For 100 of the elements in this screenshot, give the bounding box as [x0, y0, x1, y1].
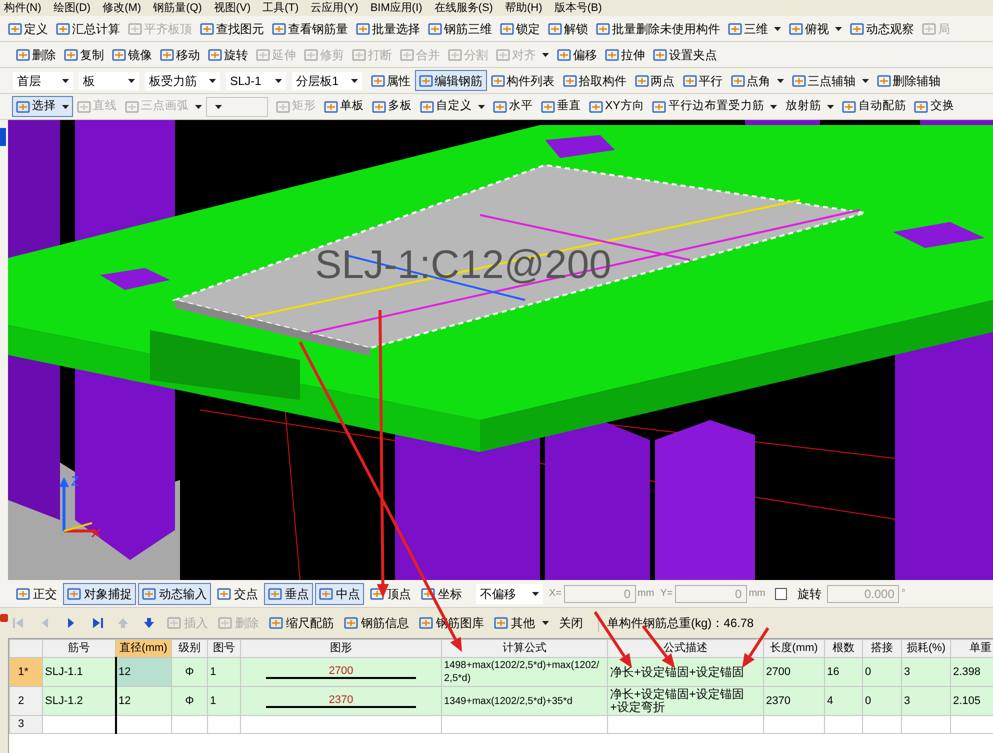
toolbar-button[interactable]: 镜像 — [108, 44, 156, 65]
table-cell: 12 — [118, 695, 131, 707]
toolbar-button[interactable]: 多板 — [368, 96, 416, 117]
dropdown-field[interactable]: 首层 — [12, 70, 74, 90]
dropdown-field[interactable]: 不偏移 — [476, 584, 543, 604]
toolbar-button[interactable]: 设置夹点 — [649, 44, 721, 65]
toolbar-button[interactable]: 复制 — [60, 44, 108, 65]
snap-toggle[interactable]: 动态输入 — [138, 582, 211, 604]
toolbar-button[interactable]: 其他 — [491, 613, 552, 633]
toolbar-button[interactable]: 垂直 — [537, 96, 585, 117]
column-header[interactable]: 图号 — [208, 640, 240, 658]
column-header[interactable]: 公式描述 — [608, 640, 764, 658]
caret-icon — [542, 52, 549, 56]
menu-item[interactable]: BIM应用(I) — [370, 2, 422, 14]
column-header[interactable]: 单重 — [950, 640, 993, 658]
toolbar-button[interactable]: 偏移 — [553, 44, 601, 65]
column-header[interactable]: 筋号 — [42, 640, 116, 658]
toolbar-button[interactable]: 关闭 — [556, 613, 586, 633]
dropdown-field[interactable]: 板受力筋 — [144, 70, 221, 90]
column-header[interactable]: 长度(mm) — [764, 640, 824, 658]
toolbar-icon — [653, 48, 667, 62]
toolbar-button[interactable]: 选择 — [12, 96, 73, 117]
toolbar-button[interactable]: 解锁 — [544, 18, 592, 39]
menu-item[interactable]: 云应用(Y) — [310, 2, 358, 14]
row-number[interactable]: 3 — [10, 716, 42, 734]
menu-item[interactable]: 在线服务(S) — [434, 2, 493, 14]
toolbar-button[interactable]: 汇总计算 — [52, 18, 124, 39]
toolbar-button[interactable]: 自定义 — [416, 96, 489, 117]
menu-item[interactable]: 视图(V) — [214, 2, 251, 14]
toolbar-button[interactable]: 三点辅轴 — [788, 70, 873, 91]
toolbar-button[interactable]: 删除辅轴 — [872, 70, 945, 91]
toolbar-button[interactable]: 移动 — [156, 44, 204, 65]
toolbar-button[interactable]: 自动配筋 — [838, 96, 910, 117]
table-cell: 1498+max(1202/2,5*d)+max(1202/2,5*d) — [444, 660, 600, 684]
toolbar-icon — [64, 48, 78, 62]
toolbar-button[interactable]: 钢筋三维 — [424, 18, 496, 39]
toolbar-button[interactable]: 旋转 — [204, 44, 252, 65]
menu-item[interactable]: 工具(T) — [262, 2, 299, 14]
caret-icon — [835, 26, 842, 30]
toolbar-icon — [269, 616, 283, 630]
dropdown-field[interactable]: 板 — [78, 70, 140, 90]
toolbar-button[interactable]: 单板 — [320, 96, 368, 117]
toolbar-button[interactable]: 锁定 — [496, 18, 544, 39]
toolbar-button[interactable]: 点角 — [726, 70, 788, 91]
toolbar-button[interactable]: 平行边布置受力筋 — [648, 96, 782, 117]
toolbar-icon — [356, 22, 370, 36]
toolbar-button[interactable]: XY方向 — [585, 96, 648, 117]
column-header[interactable]: 损耗(%) — [902, 640, 950, 658]
snap-toggle[interactable]: 正交 — [12, 582, 61, 604]
row-number[interactable]: 2 — [10, 686, 42, 716]
column-header[interactable]: 直径(mm) — [116, 640, 172, 658]
field-label: X= — [549, 587, 562, 601]
toolbar-button[interactable]: 两点 — [630, 70, 679, 91]
toolbar-button[interactable]: 拉伸 — [601, 44, 649, 65]
toolbar-button[interactable]: 拾取构件 — [558, 70, 631, 91]
toolbar-icon — [218, 616, 232, 630]
toolbar-button[interactable]: 查看钢筋量 — [268, 18, 352, 39]
column-header[interactable]: 根数 — [824, 640, 862, 658]
toolbar-button[interactable]: 平行 — [678, 70, 727, 91]
column-header[interactable]: 搭接 — [862, 640, 902, 658]
toolbar-button[interactable]: 属性 — [366, 70, 415, 91]
snap-toggle[interactable]: 对象捕捉 — [63, 582, 136, 604]
dropdown-field[interactable]: SLJ-1 — [225, 70, 287, 90]
snap-toggle[interactable]: 中点 — [315, 582, 364, 604]
menu-item[interactable]: 版本号(B) — [554, 2, 602, 14]
caret-icon — [776, 78, 784, 82]
toolbar-button[interactable]: 俯视 — [785, 18, 846, 39]
dropdown-field[interactable]: 分层板1 — [291, 70, 363, 90]
close-icon[interactable] — [0, 614, 8, 622]
toolbar-button[interactable]: 钢筋信息 — [341, 613, 412, 633]
toolbar-button[interactable]: 交换 — [910, 96, 958, 117]
toolbar-button[interactable]: 定义 — [4, 18, 52, 39]
checkbox[interactable] — [775, 588, 788, 600]
toolbar-button[interactable]: 删除 — [12, 44, 60, 65]
toolbar-button[interactable]: 批量删除未使用构件 — [592, 18, 724, 39]
toolbar-button[interactable]: 批量选择 — [352, 18, 424, 39]
snap-toggle[interactable]: 坐标 — [417, 582, 466, 604]
menu-item[interactable]: 钢筋量(Q) — [153, 2, 202, 14]
menu-item[interactable]: 构件(N) — [4, 2, 42, 14]
toolbar-button[interactable]: 三维 — [724, 18, 785, 39]
toolbar-button[interactable]: 查找图元 — [196, 18, 268, 39]
column-header[interactable]: 计算公式 — [442, 640, 608, 658]
toolbar-button[interactable]: 动态观察 — [846, 18, 918, 39]
toolbar-button[interactable]: 构件列表 — [486, 70, 559, 91]
row-number[interactable]: 1* — [10, 658, 42, 686]
menu-item[interactable]: 修改(M) — [102, 2, 142, 14]
snap-toggle[interactable]: 垂点 — [264, 582, 313, 604]
column-header[interactable]: 图形 — [240, 640, 442, 658]
toolbar-icon — [420, 100, 434, 114]
menu-item[interactable]: 绘图(D) — [53, 2, 91, 14]
toolbar-button[interactable]: 水平 — [489, 96, 537, 117]
column-header[interactable]: 级别 — [172, 640, 208, 658]
toolbar-icon — [850, 22, 864, 36]
snap-toggle[interactable]: 顶点 — [366, 582, 415, 604]
toolbar-button[interactable]: 放射筋 — [781, 96, 838, 117]
toolbar-button[interactable]: 缩尺配筋 — [266, 613, 337, 633]
toolbar-button[interactable]: 编辑钢筋 — [414, 70, 487, 91]
snap-toggle[interactable]: 交点 — [213, 582, 262, 604]
checkbox-label: 旋转 — [797, 586, 822, 602]
menu-item[interactable]: 帮助(H) — [504, 2, 542, 14]
